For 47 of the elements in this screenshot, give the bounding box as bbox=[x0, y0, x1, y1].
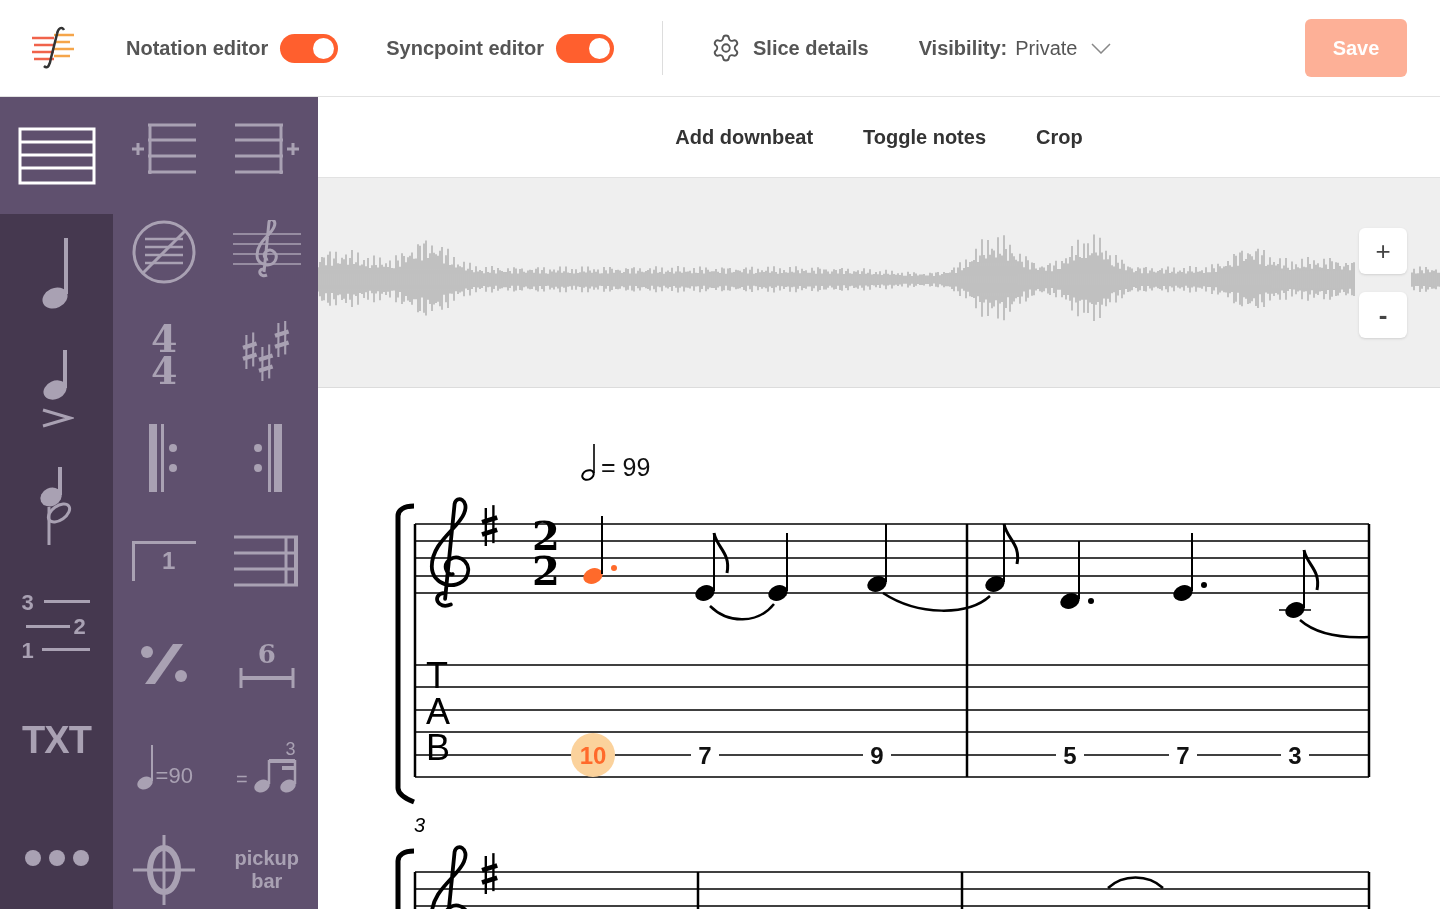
tempo-marking: = 99 bbox=[601, 453, 651, 481]
measure-number: 3 bbox=[414, 814, 426, 836]
visibility-label: Visibility: bbox=[918, 36, 1008, 61]
tempo-note-icon bbox=[581, 443, 595, 481]
toolbar-action[interactable]: Add downbeat bbox=[675, 122, 814, 152]
note[interactable] bbox=[695, 532, 730, 601]
coda-icon bbox=[131, 834, 198, 905]
tab-fret-number[interactable]: 7 bbox=[1176, 742, 1190, 769]
toggle-switch[interactable] bbox=[280, 33, 339, 63]
tab-fret-number[interactable]: 5 bbox=[1063, 742, 1077, 769]
settings-icon bbox=[711, 33, 741, 63]
add-bar-after-icon bbox=[232, 121, 301, 176]
simile-icon bbox=[139, 641, 190, 686]
system-bracket bbox=[395, 848, 415, 909]
tab-fret-number[interactable]: 9 bbox=[870, 742, 884, 769]
zoom-out-button[interactable]: - bbox=[1359, 292, 1407, 338]
pickup-bar-label: pickup bar bbox=[233, 846, 300, 893]
note[interactable] bbox=[867, 523, 887, 592]
tab-clef-letter: T bbox=[426, 655, 448, 696]
palette-category[interactable] bbox=[0, 97, 113, 214]
note[interactable] bbox=[583, 515, 617, 584]
tie bbox=[709, 603, 775, 621]
slice-details-button[interactable]: Slice details bbox=[711, 33, 869, 63]
toolbar-action[interactable]: Crop bbox=[1036, 122, 1083, 152]
no-staff-icon bbox=[131, 218, 198, 285]
note[interactable] bbox=[1278, 549, 1320, 618]
note[interactable] bbox=[1060, 540, 1094, 609]
zoom-in-button[interactable]: + bbox=[1359, 228, 1407, 274]
note[interactable] bbox=[768, 532, 788, 601]
time-signature-icon: 4 4 bbox=[151, 322, 178, 387]
add-bar-before-icon bbox=[130, 121, 199, 176]
more-icon bbox=[24, 848, 89, 867]
visibility-value: Private bbox=[1015, 36, 1078, 61]
toggle-label: Syncpoint editor bbox=[386, 36, 544, 61]
note[interactable] bbox=[985, 523, 1020, 592]
toggle-switch[interactable] bbox=[556, 33, 614, 63]
final-barline-icon bbox=[233, 534, 300, 587]
staff-icon bbox=[17, 126, 96, 185]
chevron-down-icon bbox=[1091, 42, 1112, 54]
toolbar-action[interactable]: Toggle notes bbox=[863, 122, 987, 152]
waveform-drawing bbox=[1411, 265, 1440, 293]
tab-fret-number[interactable]: 7 bbox=[698, 742, 712, 769]
note[interactable] bbox=[1173, 532, 1207, 601]
visibility-dropdown[interactable]: Visibility: Private bbox=[918, 33, 1112, 63]
text-tool-label: TXT bbox=[22, 718, 91, 763]
toggle-label: Notation editor bbox=[126, 36, 269, 61]
tab-fret-number[interactable]: 3 bbox=[1288, 742, 1302, 769]
